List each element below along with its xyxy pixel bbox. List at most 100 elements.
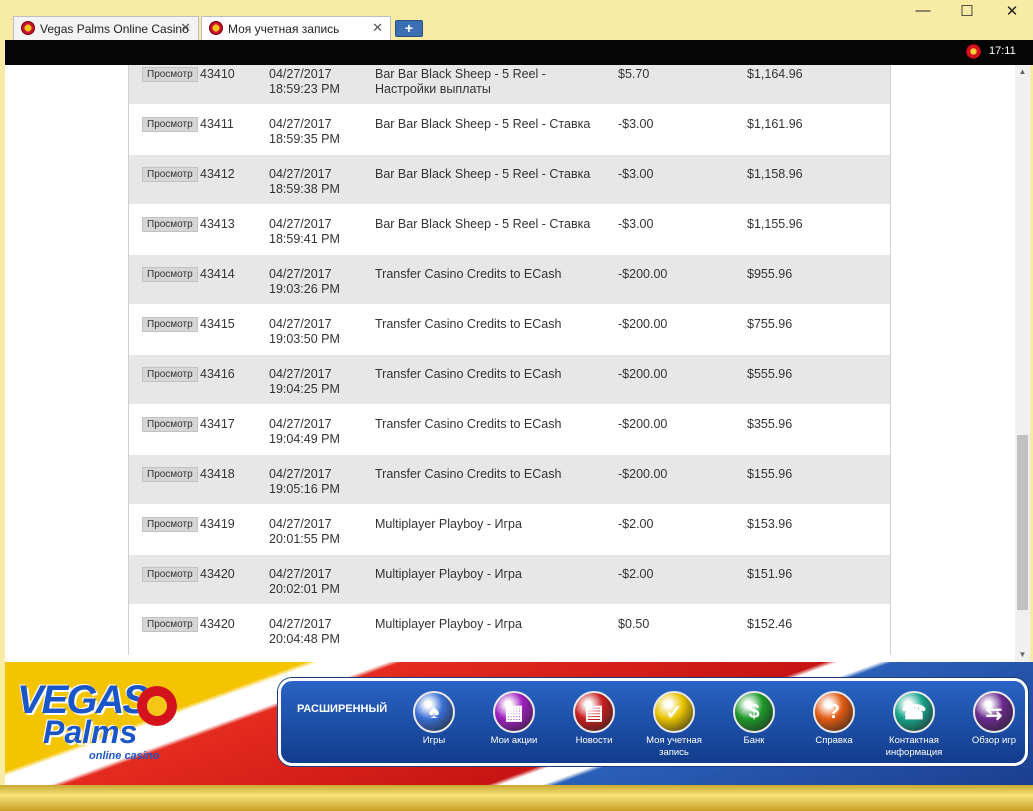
view-button[interactable]: Просмотр [142,217,198,232]
help-icon: ? [813,691,855,733]
transaction-balance: $155.96 [747,467,793,481]
transaction-description: Bar Bar Black Sheep - 5 Reel - Настройки… [375,67,546,96]
clock: 17:11 [989,45,1016,57]
transaction-id: 43417 [200,417,235,431]
transaction-time: 19:05:16 PM [269,482,340,496]
transaction-id: 43419 [200,517,235,531]
tab-casino-home[interactable]: Vegas Palms Online Casino ✕ [13,16,199,40]
transaction-balance: $153.96 [747,517,793,531]
transaction-datetime: 04/27/2017 20:04:48 PM [269,617,369,647]
transaction-amount: -$200.00 [618,367,668,381]
menu-item-label: Обзор игр [971,735,1017,746]
table-row: Просмотр 43419 04/27/2017 20:01:55 PM Multip… [129,505,890,555]
news-icon: ▤ [573,691,615,733]
scrollbar[interactable]: ▲ ▼ [1015,65,1030,662]
view-button[interactable]: Просмотр [142,467,198,482]
close-window-icon[interactable]: ✕ [1000,2,1024,20]
gift-icon: ▦ [493,691,535,733]
transaction-datetime: 04/27/2017 19:04:25 PM [269,367,369,397]
transaction-datetime: 04/27/2017 20:02:01 PM [269,567,369,597]
menu-item-gift[interactable]: ▦ Мои акции [474,691,554,747]
menu-item-cards[interactable]: ♠ Игры [394,691,474,747]
transaction-date: 04/27/2017 [269,167,332,181]
transaction-time: 19:04:49 PM [269,432,340,446]
view-button[interactable]: Просмотр [142,317,198,332]
view-button[interactable]: Просмотр [142,417,198,432]
view-button[interactable]: Просмотр [142,367,198,382]
transaction-balance: $555.96 [747,367,793,381]
transaction-datetime: 04/27/2017 18:59:23 PM [269,67,369,97]
transaction-description: Transfer Casino Credits to ECash [375,267,562,281]
game-overview-icon: ⇆ [973,691,1015,733]
tab-my-account[interactable]: Моя учетная запись ✕ [201,16,391,40]
table-row: Просмотр 43420 04/27/2017 20:04:48 PM Multip… [129,605,890,655]
casino-tray-icon[interactable] [966,44,981,59]
menu-item-phone[interactable]: ☎ Контактная информация [874,691,954,759]
transaction-balance: $152.46 [747,617,793,631]
transaction-description: Bar Bar Black Sheep - 5 Reel - Ставка [375,117,591,131]
casino-toolbar: VEGAS Palms online casino РАСШИРЕННЫЙ ♠ И… [5,662,1033,785]
transaction-amount: -$3.00 [618,117,654,131]
transaction-datetime: 04/27/2017 19:05:16 PM [269,467,369,497]
scroll-up-icon[interactable]: ▲ [1015,65,1030,79]
view-button[interactable]: Просмотр [142,167,198,182]
transaction-amount: -$200.00 [618,267,668,281]
transaction-balance: $1,164.96 [747,67,803,81]
close-icon[interactable]: ✕ [372,20,383,36]
table-row: Просмотр 43412 04/27/2017 18:59:38 PM Bar Ba… [129,155,890,205]
transaction-date: 04/27/2017 [269,67,332,81]
transaction-date: 04/27/2017 [269,217,332,231]
transaction-amount: $5.70 [618,67,650,81]
transaction-date: 04/27/2017 [269,367,332,381]
transaction-date: 04/27/2017 [269,117,332,131]
transaction-balance: $755.96 [747,317,793,331]
transaction-description: Bar Bar Black Sheep - 5 Reel - Ставка [375,217,591,231]
transaction-description: Transfer Casino Credits to ECash [375,467,562,481]
transaction-datetime: 04/27/2017 18:59:38 PM [269,167,369,197]
menu-item-news[interactable]: ▤ Новости [554,691,634,747]
main-menu: РАСШИРЕННЫЙ ♠ Игры ▦ Мои акции ▤ Новости ✓ Моя … [278,678,1028,766]
casino-favicon-icon [209,21,223,35]
transaction-amount: -$2.00 [618,517,654,531]
transaction-amount: -$3.00 [618,167,654,181]
transaction-amount: -$3.00 [618,217,654,231]
table-row: Просмотр 43416 04/27/2017 19:04:25 PM Transf… [129,355,890,405]
view-button[interactable]: Просмотр [142,117,198,132]
transaction-id: 43418 [200,467,235,481]
menu-item-label: Контактная информация [885,735,943,758]
view-button[interactable]: Просмотр [142,617,198,632]
tab-label: Vegas Palms Online Casino [40,21,189,36]
transaction-balance: $151.96 [747,567,793,581]
transaction-balance: $1,158.96 [747,167,803,181]
scroll-down-icon[interactable]: ▼ [1015,648,1030,662]
new-tab-button[interactable]: + [395,20,423,37]
menu-item-help[interactable]: ? Справка [794,691,874,747]
menu-item-dollar[interactable]: $ Банк [714,691,794,747]
view-button[interactable]: Просмотр [142,267,198,282]
scroll-thumb[interactable] [1017,435,1028,610]
transaction-description: Multiplayer Playboy - Игра [375,567,522,581]
status-bar: 17:11 [5,40,1033,65]
tab-bar: Vegas Palms Online Casino ✕ Моя учетная … [5,0,1033,40]
menu-item-label: Справка [815,735,853,746]
minimize-icon[interactable]: — [911,2,935,19]
maximize-icon[interactable]: ☐ [955,2,979,20]
table-row: Просмотр 43410 04/27/2017 18:59:23 PM Bar Ba… [129,65,890,105]
transaction-balance: $1,155.96 [747,217,803,231]
transaction-time: 19:03:50 PM [269,332,340,346]
dollar-icon: $ [733,691,775,733]
menu-item-game-overview[interactable]: ⇆ Обзор игр [954,691,1033,747]
close-icon[interactable]: ✕ [180,20,191,36]
transaction-time: 20:04:48 PM [269,632,340,646]
transaction-date: 04/27/2017 [269,567,332,581]
app-window: Vegas Palms Online Casino ✕ Моя учетная … [0,0,1033,811]
transaction-id: 43413 [200,217,235,231]
view-button[interactable]: Просмотр [142,67,198,82]
vegas-palms-logo[interactable]: VEGAS Palms online casino [13,678,193,768]
transaction-amount: -$2.00 [618,567,654,581]
menu-item-thumbs-up[interactable]: ✓ Моя учетная запись [634,691,714,759]
cards-icon: ♠ [413,691,455,733]
transaction-description: Transfer Casino Credits to ECash [375,367,562,381]
view-button[interactable]: Просмотр [142,517,198,532]
view-button[interactable]: Просмотр [142,567,198,582]
